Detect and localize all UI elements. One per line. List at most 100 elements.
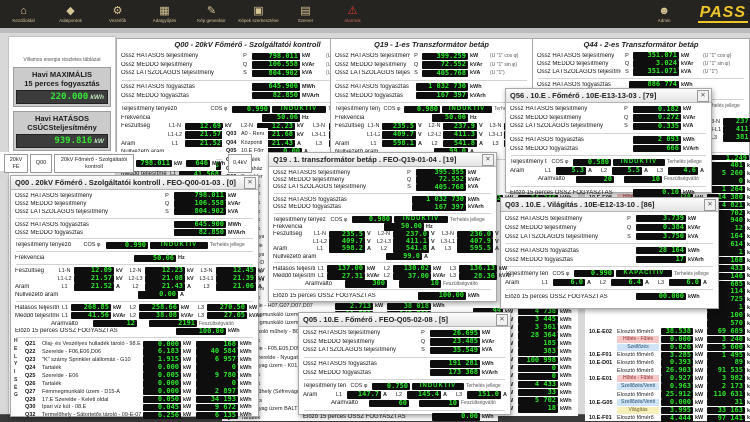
table-row: 10.E-F01Elosztó főmérő3.285kW1 495kWh	[589, 351, 746, 359]
window-titlebar[interactable]: Q05 . 10.E . Főmérő . FEO-Q05-02-08 . [5…	[299, 313, 510, 327]
phase-label: COS φ	[208, 106, 230, 112]
lcd-value: 6 135	[196, 412, 238, 420]
lcd-value: 4.6	[668, 167, 698, 175]
toolbar-item-k-pek-szerkeszt-se[interactable]: ▣Képek szerkesztése	[235, 1, 282, 27]
toolbar-item-admin[interactable]: ☻Admin	[641, 1, 688, 27]
table-row: Teljesítmény tényezőCOS φ0.580INDUKTÍVTe…	[510, 158, 707, 167]
phase-label: L2	[383, 273, 391, 279]
unit-label: kVAr	[433, 273, 447, 279]
table-row: 570kWh	[589, 320, 746, 328]
phase-label: L2	[393, 392, 405, 398]
divider	[506, 242, 713, 244]
lcd-value: 38 018	[387, 303, 431, 311]
label: Össz HATÁSOS teljesítmény	[121, 53, 238, 59]
toolbar-item-k-p-gener-tor[interactable]: ✎Kép generátor	[188, 1, 235, 27]
label: Össz HATÁSOS fogyasztás	[505, 248, 634, 254]
close-icon[interactable]: ✕	[704, 199, 716, 211]
lcd-value: 351.071	[633, 52, 679, 60]
table-row: ÁramL15.3AL25.5AL34.6A	[510, 167, 707, 176]
label: Össz MEDDŐ fogyasztás	[303, 370, 428, 376]
unit-label: kWh	[560, 357, 574, 363]
unit-label: kW	[183, 412, 194, 418]
lcd-value: 804.902	[252, 70, 300, 78]
tab-04kv[interactable]: 0,4kV	[228, 154, 252, 173]
unit-label: kW	[183, 341, 194, 347]
label: Feszültség	[335, 123, 365, 129]
close-icon[interactable]: ✕	[244, 177, 256, 189]
lcd-value: 0.000	[661, 336, 693, 344]
lcd-value: 237.0	[393, 231, 429, 239]
window-titlebar[interactable]: Q19 . 1. transzformátor betáp . FEO-Q19-…	[269, 153, 496, 167]
close-icon[interactable]: ✕	[482, 154, 494, 166]
table-row: Össz HATÁSOS teljesítményP26.695kW	[303, 329, 506, 338]
divider	[274, 212, 491, 214]
unit-label: kVA	[468, 184, 492, 190]
unit-label: kWh	[470, 84, 488, 90]
table-row: Össz LÁTSZÓLAGOS teljesítményS405.768kVA	[273, 184, 492, 191]
phase-label: Q	[623, 61, 631, 67]
table-row: Áramváltó2010Feszültségváltó	[510, 175, 707, 184]
lcd-value: 0.182	[633, 106, 681, 114]
lcd-value: 21.08	[145, 275, 185, 283]
window-title: Q05 . 10.E . Főmérő . FEO-Q05-02-08 . [5…	[303, 315, 448, 324]
phase-label: L1	[57, 284, 72, 290]
table-row: Q24Tartalék0.000kW0kWh	[15, 364, 254, 372]
phase-label: P	[404, 170, 414, 176]
table-row: Össz HATÁSOS fogyasztás191 281kWh	[303, 360, 506, 369]
lcd-value: 21.57	[74, 275, 114, 283]
feeder-id: Q24	[25, 365, 40, 371]
unit-label: kVA	[470, 70, 488, 76]
lcd-value: 1.915	[143, 356, 181, 364]
close-icon[interactable]: ✕	[697, 90, 709, 102]
feeder-name: Olaj- és Veszélyes hulladék tároló - 98.…	[42, 341, 141, 347]
toolbar-item-adatpontok[interactable]: ◆Adatpontok	[47, 1, 94, 27]
toolbar-item-szerver[interactable]: ▤Szerver	[282, 1, 329, 27]
table-row: ÁramL16.0AL26.4AL36.0A	[505, 278, 714, 287]
phase-label: S	[404, 184, 414, 190]
lcd-value: 35.549	[430, 347, 480, 355]
tab-20kv-fe[interactable]: 20kV FE	[4, 154, 28, 173]
lcd-value: 0.580	[573, 159, 611, 167]
label: Áram	[303, 392, 331, 398]
close-icon[interactable]: ✕	[496, 314, 508, 326]
tab-q00[interactable]: Q00	[30, 154, 52, 173]
monthly-max-box: Havi MAXIMÁLIS 15 perces fogyasztás 220.…	[13, 67, 111, 107]
unit-label: Hz	[470, 115, 482, 121]
lcd-value: 27.31	[327, 273, 365, 281]
load-type-badge: INDUKTÍV	[613, 159, 665, 167]
lcd-value: 33	[518, 389, 558, 397]
window-title: Q03 . 10.E . Világítás . 10E-E12-13-10 .…	[505, 200, 655, 209]
unit-label: kW	[688, 216, 714, 222]
lcd-value: 395.355	[416, 169, 466, 177]
load-type-badge: INDUKTÍV	[394, 216, 448, 224]
phase-label: L1	[317, 273, 325, 279]
unit-label: kW	[183, 349, 194, 355]
toolbar-item-kezd-oldal[interactable]: ⌂Kezdőoldal	[0, 1, 47, 27]
divider	[511, 154, 706, 156]
lcd-value: 3.285	[661, 352, 693, 360]
window-titlebar[interactable]: Q00 . 20kV Főmérő . Szolgáltatói kontrol…	[11, 176, 258, 190]
lcd-value: 2.713	[335, 303, 373, 311]
table-row: 100kWh	[589, 312, 746, 320]
unit-label: kW	[183, 381, 194, 387]
toolbar-item-alarmok[interactable]: ⚠Alarmok	[329, 1, 376, 27]
toolbar-divider	[0, 28, 750, 33]
label: Össz MEDDŐ fogyasztás	[15, 230, 172, 236]
load-type-badge: INDUKTÍV	[150, 242, 208, 250]
note-label: Feszültségváltó	[443, 281, 497, 287]
toolbar-item-vez-rl-k[interactable]: ⚙Vezérlők	[94, 1, 141, 27]
label: Össz HATÁSOS fogyasztás	[121, 84, 250, 90]
toolbar-item-adatgy-jt-s[interactable]: ▦Adatgyűjtés	[141, 1, 188, 27]
lcd-value: 31	[707, 399, 745, 407]
tab-q00-title[interactable]: 20kV Főmérő - Szolgáltatói kontroll	[54, 154, 134, 173]
phase-label: L2-L3	[377, 239, 391, 245]
unit-label: A	[503, 392, 511, 398]
label: Össz MEDDŐ fogyasztás	[510, 146, 631, 152]
unit-label: kW	[695, 344, 705, 350]
window-titlebar[interactable]: Q56 . 10.E . Főmérő . 10E-E13-13-03 . [7…	[506, 89, 711, 103]
table-row: Össz MEDDŐ teljesítményQ3.024kVAr(U "1" …	[537, 60, 745, 68]
label: Össz HATÁSOS fogyasztás	[15, 222, 172, 228]
unit-label: kVAr	[228, 201, 254, 207]
unit-label: kVArh	[468, 204, 492, 210]
window-titlebar[interactable]: Q03 . 10.E . Világítás . 10E-E12-13-10 .…	[501, 198, 718, 212]
